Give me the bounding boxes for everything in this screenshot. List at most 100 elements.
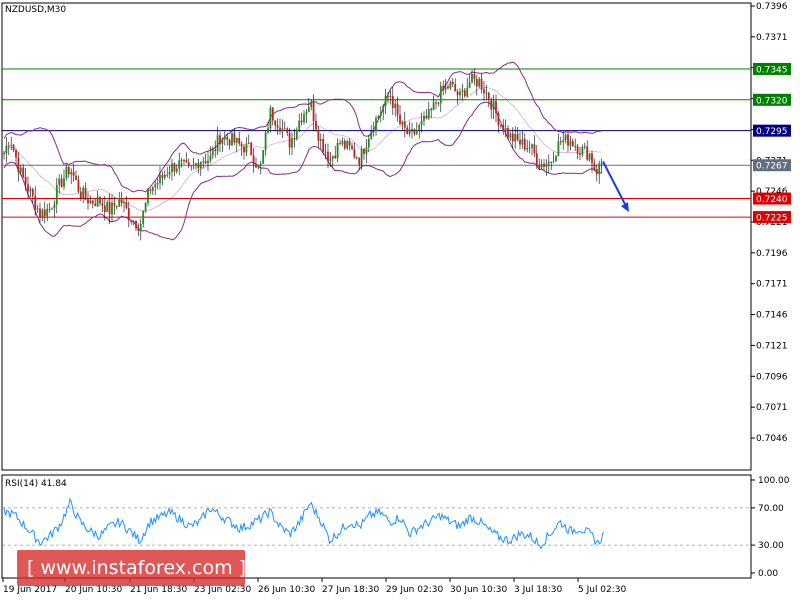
candle-body: [459, 91, 461, 96]
candle-body: [135, 220, 137, 229]
candle-body: [96, 196, 99, 207]
candle-body: [423, 115, 425, 121]
level-price-label: 0.7267: [756, 162, 788, 172]
candle-body: [55, 185, 58, 205]
watermark: [ www.instaforex.com ]: [17, 550, 246, 586]
candle-body: [53, 204, 56, 209]
candle-body: [243, 146, 245, 153]
candle-body: [137, 228, 140, 232]
candle-body: [144, 202, 147, 212]
candle-body: [382, 105, 385, 113]
candle-body: [173, 163, 176, 172]
candle-body: [281, 128, 284, 132]
time-tick-label: 5 Jul 02:30: [578, 585, 627, 595]
candle-body: [379, 112, 382, 117]
time-tick-label: 30 Jun 10:30: [450, 585, 507, 595]
price-tick-label: 0.7146: [756, 311, 788, 321]
candle-body: [519, 140, 521, 145]
candle-body: [370, 131, 373, 139]
candle-body: [178, 160, 181, 169]
candle-body: [339, 143, 341, 145]
candle-body: [454, 84, 457, 92]
candle-body: [552, 161, 555, 163]
candle-body: [473, 74, 476, 79]
candle-body: [557, 141, 560, 157]
candle-body: [415, 130, 418, 134]
candle-body: [15, 150, 17, 158]
candle-body: [579, 153, 581, 155]
candle-body: [430, 108, 433, 111]
candle-body: [355, 156, 358, 158]
candle-body: [581, 146, 584, 155]
level-price-label: 0.7320: [756, 96, 788, 106]
price-tick-label: 0.7046: [756, 434, 788, 444]
candle-body: [418, 124, 421, 131]
candle-body: [291, 138, 293, 148]
candle-body: [43, 209, 46, 217]
candle-body: [555, 156, 557, 162]
candle-body: [89, 200, 92, 204]
candle-body: [257, 164, 260, 168]
candle-body: [559, 141, 562, 143]
candle-body: [274, 120, 277, 126]
candle-body: [336, 143, 339, 158]
candle-body: [509, 133, 512, 138]
candle-body: [545, 163, 548, 167]
candle-body: [197, 163, 200, 169]
candle-body: [48, 208, 51, 210]
candle-body: [353, 149, 356, 157]
candle-body: [495, 100, 497, 113]
candle-body: [586, 146, 589, 160]
candle-body: [259, 163, 262, 165]
candle-body: [221, 139, 224, 145]
candle-body: [226, 136, 229, 140]
time-tick-label: 3 Jul 18:30: [514, 585, 563, 595]
candle-body: [583, 146, 586, 148]
candle-body: [600, 163, 603, 165]
candle-body: [399, 114, 401, 125]
candle-body: [466, 87, 469, 97]
candle-body: [346, 141, 349, 149]
candle-body: [547, 161, 550, 164]
candle-body: [264, 132, 267, 151]
level-price-label: 0.7240: [756, 195, 788, 205]
candle-body: [279, 127, 281, 132]
candle-body: [65, 166, 68, 179]
candle-body: [139, 224, 142, 232]
candle-body: [367, 138, 370, 148]
candle-body: [288, 132, 291, 148]
candle-body: [432, 102, 435, 111]
candle-body: [204, 161, 207, 164]
candle-body: [329, 158, 332, 161]
rsi-tick-label: 70.00: [758, 504, 784, 514]
candle-body: [322, 139, 325, 152]
candle-body: [425, 115, 428, 119]
candle-body: [94, 203, 97, 207]
candle-body: [375, 118, 377, 131]
candle-body: [235, 137, 238, 143]
candle-body: [377, 116, 380, 119]
chart-canvas: 0.73960.73710.73460.73210.72960.72710.72…: [1, 2, 791, 595]
candle-body: [593, 163, 596, 170]
level-price-label: 0.7225: [756, 214, 788, 224]
candle-body: [576, 146, 579, 154]
candle-body: [7, 145, 10, 147]
candle-body: [535, 153, 538, 165]
candle-body: [574, 146, 577, 148]
candle-body: [487, 92, 490, 101]
candle-body: [516, 134, 519, 141]
candle-body: [214, 149, 217, 151]
candle-body: [271, 107, 274, 121]
candle-body: [315, 120, 317, 130]
candle-body: [115, 205, 118, 207]
candle-body: [483, 89, 485, 94]
candle-body: [463, 90, 466, 97]
candle-body: [343, 140, 346, 149]
candle-body: [41, 209, 44, 218]
candle-body: [113, 202, 116, 206]
candle-body: [29, 189, 32, 192]
candle-body: [262, 150, 265, 164]
candle-body: [240, 143, 243, 147]
candle-body: [504, 127, 507, 132]
candle-body: [202, 161, 205, 163]
